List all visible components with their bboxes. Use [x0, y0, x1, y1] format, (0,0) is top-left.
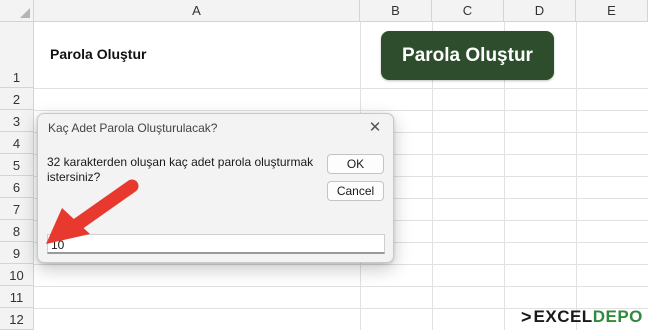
- row-header-4[interactable]: 4: [0, 132, 34, 154]
- cancel-button[interactable]: Cancel: [327, 181, 384, 201]
- cell-a1-text: Parola Oluştur: [50, 46, 147, 62]
- excel-depo-logo: > EXCEL DEPO: [521, 306, 645, 328]
- row-header-11[interactable]: 11: [0, 286, 34, 308]
- arrow-icon: [46, 179, 139, 244]
- column-header-b[interactable]: B: [360, 0, 432, 22]
- row-header-3[interactable]: 3: [0, 110, 34, 132]
- column-header-d[interactable]: D: [504, 0, 576, 22]
- column-header-c[interactable]: C: [432, 0, 504, 22]
- ok-button[interactable]: OK: [327, 154, 384, 174]
- gridline: [34, 110, 648, 111]
- column-header-e[interactable]: E: [576, 0, 648, 22]
- row-header-6[interactable]: 6: [0, 176, 34, 198]
- logo-text-depo: DEPO: [592, 307, 643, 326]
- row-header-10[interactable]: 10: [0, 264, 34, 286]
- row-header-1[interactable]: 1: [0, 22, 34, 88]
- gridline: [34, 264, 648, 265]
- gridline: [34, 286, 648, 287]
- row-header-5[interactable]: 5: [0, 154, 34, 176]
- dialog-title: Kaç Adet Parola Oluşturulacak?: [48, 121, 218, 135]
- row-header-8[interactable]: 8: [0, 220, 34, 242]
- logo-text-excel: EXCEL: [533, 307, 593, 326]
- select-all-corner[interactable]: [0, 0, 34, 22]
- create-password-button[interactable]: Parola Oluştur: [381, 31, 554, 80]
- logo-chevron-icon: >: [521, 306, 532, 327]
- close-icon[interactable]: ✕: [366, 118, 384, 136]
- row-header-12[interactable]: 12: [0, 308, 34, 330]
- row-header-9[interactable]: 9: [0, 242, 34, 264]
- row-header-2[interactable]: 2: [0, 88, 34, 110]
- row-header-7[interactable]: 7: [0, 198, 34, 220]
- column-header-a[interactable]: A: [34, 0, 360, 22]
- gridline: [34, 88, 648, 89]
